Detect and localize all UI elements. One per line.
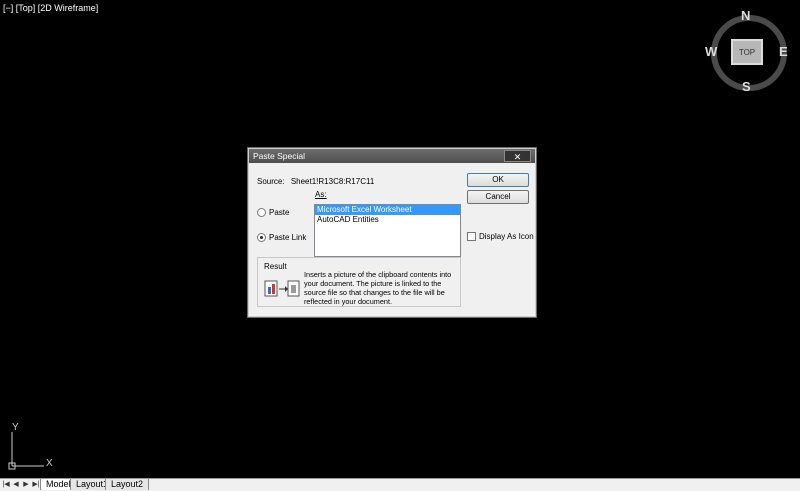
first-tab-button[interactable]: |◀	[2, 480, 10, 489]
ucs-x-label: X	[46, 458, 53, 469]
result-description: Inserts a picture of the clipboard conte…	[304, 270, 452, 306]
viewport-label[interactable]: [−] [Top] [2D Wireframe]	[3, 3, 98, 13]
source-line: Source: Sheet1!R13C8:R17C11	[257, 177, 374, 186]
paste-link-radio-label: Paste Link	[269, 233, 307, 242]
source-label: Source:	[257, 177, 285, 186]
ucs-y-label: Y	[12, 422, 19, 433]
dialog-title: Paste Special	[253, 151, 305, 161]
paste-radio[interactable]: Paste	[257, 208, 289, 217]
prev-tab-button[interactable]: ◀	[12, 480, 20, 489]
cancel-button[interactable]: Cancel	[467, 190, 529, 204]
layout-tab-bar: |◀ ◀ ▶ ▶| Model Layout1 Layout2	[0, 478, 800, 491]
paste-link-result-icon	[264, 280, 300, 297]
last-tab-button[interactable]: ▶|	[32, 480, 40, 489]
tab-layout2[interactable]: Layout2	[105, 479, 150, 490]
as-label: As:	[315, 190, 327, 199]
paste-link-radio[interactable]: Paste Link	[257, 233, 306, 242]
next-tab-button[interactable]: ▶	[22, 480, 30, 489]
dialog-titlebar[interactable]: Paste Special ✕	[249, 149, 535, 163]
display-as-icon-label: Display As Icon	[479, 232, 534, 241]
compass-west[interactable]: W	[705, 44, 717, 59]
display-as-icon-box[interactable]	[467, 232, 476, 241]
paste-radio-label: Paste	[269, 208, 290, 217]
source-value: Sheet1!R13C8:R17C11	[290, 177, 375, 186]
paste-radio-dot[interactable]	[257, 208, 266, 217]
list-item[interactable]: AutoCAD Entities	[315, 215, 460, 225]
viewcube[interactable]: TOP N S W E	[705, 8, 788, 94]
viewcube-top-face[interactable]: TOP	[731, 39, 763, 65]
ucs-icon: Y X	[8, 422, 53, 470]
paste-link-radio-dot[interactable]	[257, 233, 266, 242]
close-button[interactable]: ✕	[504, 150, 531, 162]
compass-north[interactable]: N	[741, 8, 750, 23]
compass-south[interactable]: S	[742, 79, 751, 94]
ok-button[interactable]: OK	[467, 173, 529, 187]
as-listbox[interactable]: Microsoft Excel Worksheet AutoCAD Entiti…	[314, 204, 461, 257]
display-as-icon-checkbox[interactable]: Display As Icon	[467, 232, 534, 241]
compass-east[interactable]: E	[779, 44, 788, 59]
paste-special-dialog: Paste Special ✕ Source: Sheet1!R13C8:R17…	[248, 148, 536, 317]
result-label: Result	[264, 262, 287, 271]
result-group: Result Inserts a picture of the clipboar…	[257, 257, 461, 307]
list-item[interactable]: Microsoft Excel Worksheet	[315, 205, 460, 215]
